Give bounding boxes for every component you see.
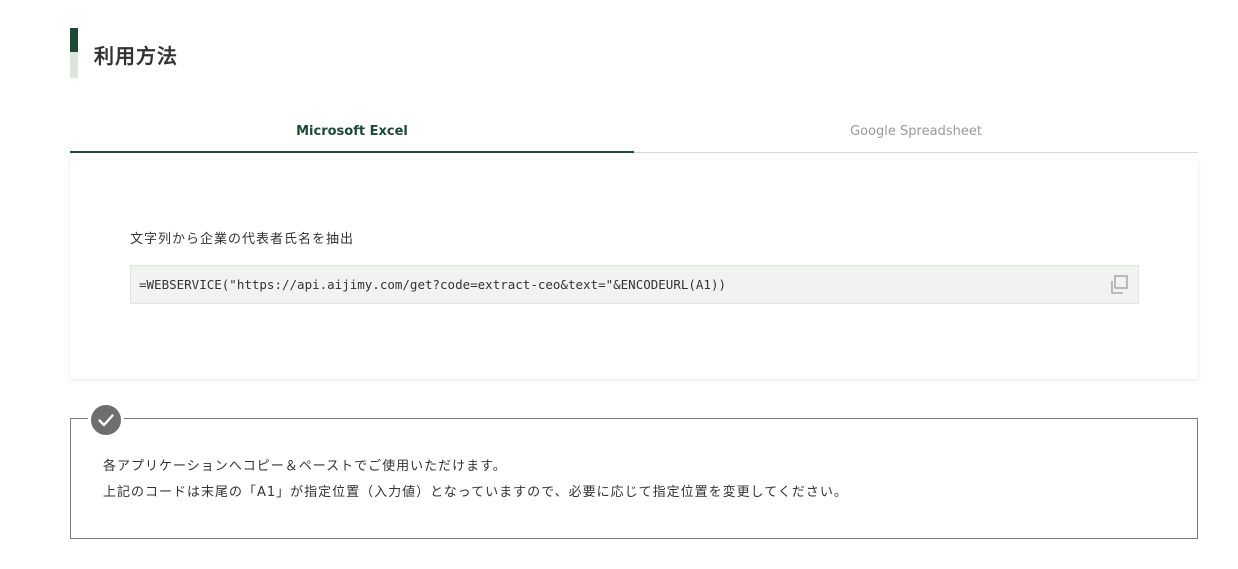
check-icon <box>88 402 124 438</box>
code-box[interactable]: =WEBSERVICE("https://api.aijimy.com/get?… <box>130 265 1139 304</box>
note-line-usage: 各アプリケーションへコピー＆ペーストでご使用いただけます。 <box>103 459 507 474</box>
tab-bar: Microsoft Excel Google Spreadsheet <box>70 112 1198 153</box>
tab-microsoft-excel[interactable]: Microsoft Excel <box>70 112 634 153</box>
section-title: 利用方法 <box>94 44 178 68</box>
panel-label: 文字列から企業の代表者氏名を抽出 <box>130 232 355 247</box>
code-text[interactable]: =WEBSERVICE("https://api.aijimy.com/get?… <box>139 266 726 303</box>
copy-icon[interactable] <box>1108 274 1130 296</box>
heading-accent-bar <box>70 28 78 78</box>
code-panel: 文字列から企業の代表者氏名を抽出 =WEBSERVICE("https://ap… <box>70 160 1198 379</box>
note-line-instruction: 上記のコードは末尾の「A1」が指定位置（入力値）となっていますので、必要に応じて… <box>103 485 848 500</box>
note-box <box>70 418 1198 539</box>
tab-google-spreadsheet[interactable]: Google Spreadsheet <box>634 112 1198 152</box>
